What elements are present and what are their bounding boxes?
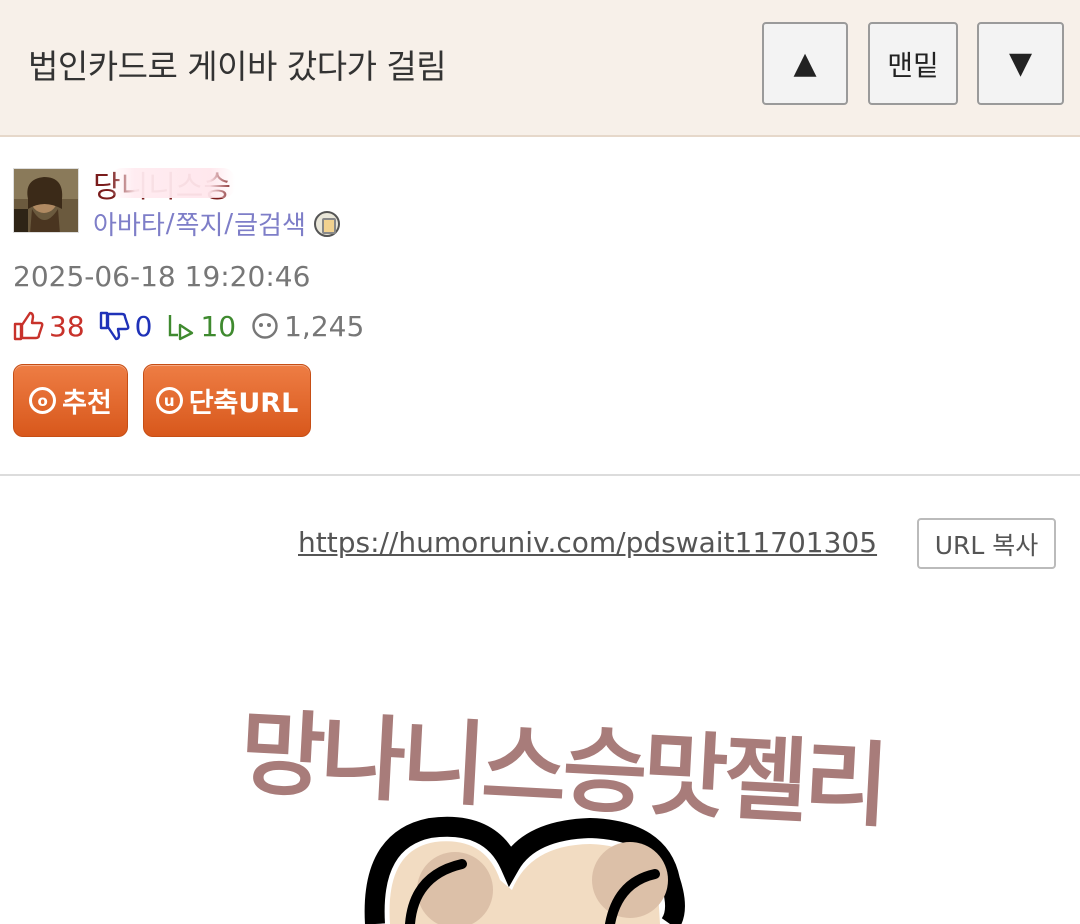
post-image: 망나니스승맛젤리	[200, 650, 900, 924]
nickname-blur-mask	[110, 168, 235, 198]
recommend-button[interactable]: o 추천	[13, 364, 128, 437]
link-separator: /	[165, 208, 175, 239]
downvote-stat: 0	[99, 309, 153, 343]
scroll-down-button[interactable]: ▼	[977, 22, 1064, 105]
post-stats: 38 0 10 1,245	[13, 308, 378, 344]
eyes-icon	[252, 313, 278, 339]
circle-u-icon: u	[155, 387, 183, 414]
reply-arrow-icon	[169, 315, 194, 341]
triangle-up-icon: ▲	[793, 45, 817, 81]
short-url-button[interactable]: u 단축URL	[143, 364, 311, 437]
post-datetime: 2025-06-18 19:20:46	[13, 260, 311, 293]
scroll-up-button[interactable]: ▲	[762, 22, 848, 105]
post-header: 법인카드로 게이바 갔다가 걸림 ▲ 맨밑 ▼	[0, 0, 1080, 137]
downvote-count: 0	[134, 309, 153, 343]
post-url-link[interactable]: https://humoruniv.com/pdswait11701305	[298, 526, 877, 559]
section-divider	[0, 474, 1080, 476]
view-count: 1,245	[284, 309, 365, 343]
view-stat: 1,245	[250, 310, 364, 343]
reply-count: 10	[200, 309, 237, 343]
triangle-down-icon: ▼	[1008, 45, 1033, 81]
post-title: 법인카드로 게이바 갔다가 걸림	[28, 47, 447, 86]
recommend-label: 추천	[62, 388, 112, 419]
copy-url-button[interactable]: URL 복사	[917, 518, 1056, 569]
thumbs-up-icon	[13, 311, 44, 341]
level-badge-icon	[313, 210, 340, 237]
short-url-label: 단축URL	[188, 388, 299, 419]
avatar-link[interactable]: 아바타	[93, 205, 165, 242]
link-separator: /	[224, 208, 234, 239]
upvote-count: 38	[49, 309, 85, 343]
upvote-stat: 38	[13, 310, 85, 343]
author-links: 아바타 / 쪽지 / 글검색	[93, 205, 340, 242]
message-link[interactable]: 쪽지	[176, 205, 224, 242]
thumbs-down-icon	[99, 311, 130, 341]
avatar[interactable]	[13, 168, 79, 233]
scroll-bottom-button[interactable]: 맨밑	[868, 22, 958, 105]
circle-o-icon: o	[29, 387, 57, 414]
image-caption-text: 망나니스승맛젤리	[238, 699, 888, 840]
reply-stat: 10	[166, 310, 236, 343]
post-search-link[interactable]: 글검색	[234, 205, 306, 242]
